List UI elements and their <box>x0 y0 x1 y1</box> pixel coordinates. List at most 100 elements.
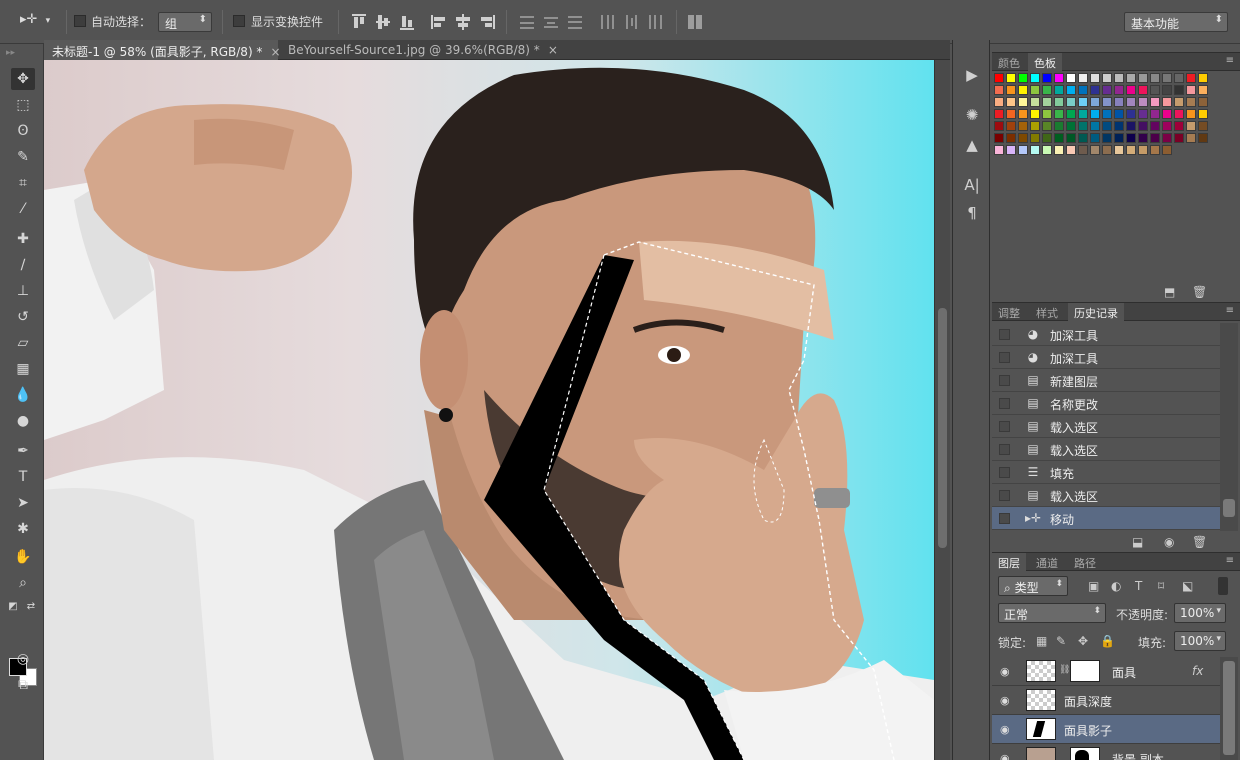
color-swatch[interactable] <box>1006 133 1016 143</box>
color-swatch[interactable] <box>1162 73 1172 83</box>
list-item[interactable]: ◕ 加深工具 <box>992 346 1220 369</box>
layer-row-background-copy[interactable]: ◉ 背景 副本 <box>992 744 1220 760</box>
align-vcenter-icon[interactable] <box>374 13 392 31</box>
color-swatch[interactable] <box>1042 133 1052 143</box>
color-swatch[interactable] <box>1078 133 1088 143</box>
tab-layers[interactable]: 图层 <box>992 553 1026 571</box>
history-snapshot-checkbox[interactable] <box>999 490 1010 501</box>
color-swatch[interactable] <box>1090 109 1100 119</box>
align-top-icon[interactable] <box>350 13 368 31</box>
color-swatch[interactable] <box>1138 145 1148 155</box>
auto-align-icon[interactable] <box>686 13 704 31</box>
list-item[interactable]: ▤ 新建图层 <box>992 369 1220 392</box>
color-swatch[interactable] <box>1102 133 1112 143</box>
link-icon[interactable]: ⛓ <box>1059 665 1070 675</box>
distribute-left-icon[interactable] <box>598 13 616 31</box>
document-canvas[interactable] <box>44 60 934 760</box>
default-colors-icon[interactable]: ◩ <box>6 596 20 618</box>
color-swatch[interactable] <box>1078 97 1088 107</box>
opacity-field[interactable]: 100% ▾ <box>1174 603 1226 623</box>
layer-row-mask[interactable]: ◉ ⛓ 面具 fx <box>992 657 1220 686</box>
panel-menu-icon[interactable]: ≡ <box>1226 305 1234 316</box>
layers-scrollbar[interactable] <box>1220 657 1238 760</box>
pen-tool-icon[interactable]: ✒ <box>11 440 35 462</box>
color-swatch[interactable] <box>1078 85 1088 95</box>
new-document-from-state-icon[interactable]: ⬓ <box>1132 535 1143 549</box>
history-snapshot-checkbox[interactable] <box>999 352 1010 363</box>
eye-icon[interactable]: ◉ <box>1000 694 1010 707</box>
filter-pixel-icon[interactable]: ▣ <box>1088 579 1099 593</box>
color-swatch[interactable] <box>1138 109 1148 119</box>
layer-row-mask-depth[interactable]: ◉ 面具深度 <box>992 686 1220 715</box>
color-swatch[interactable] <box>994 133 1004 143</box>
align-bottom-icon[interactable] <box>398 13 416 31</box>
color-swatch[interactable] <box>1186 133 1196 143</box>
eye-icon[interactable]: ◉ <box>1000 752 1010 760</box>
character-panel-icon[interactable]: A| <box>960 174 984 196</box>
color-swatch[interactable] <box>1198 133 1208 143</box>
swap-colors-icon[interactable]: ⇄ <box>24 596 38 618</box>
histogram-icon[interactable]: ▲ <box>960 134 984 156</box>
color-swatch[interactable] <box>1126 97 1136 107</box>
color-swatch[interactable] <box>1030 109 1040 119</box>
lock-all-icon[interactable]: 🔒 <box>1100 634 1115 648</box>
color-swatch[interactable] <box>1126 85 1136 95</box>
color-swatch[interactable] <box>1138 85 1148 95</box>
color-swatch[interactable] <box>1006 97 1016 107</box>
scrollbar-thumb[interactable] <box>938 308 947 548</box>
scrollbar-thumb[interactable] <box>1223 499 1235 517</box>
color-swatch[interactable] <box>1102 145 1112 155</box>
distribute-top-icon[interactable] <box>518 13 536 31</box>
color-swatch[interactable] <box>1042 73 1052 83</box>
list-item[interactable]: ▤ 载入选区 <box>992 438 1220 461</box>
color-swatch[interactable] <box>1174 97 1184 107</box>
eye-icon[interactable]: ◉ <box>1000 665 1010 678</box>
filter-toggle[interactable] <box>1218 577 1228 595</box>
color-swatch[interactable] <box>1006 145 1016 155</box>
color-swatch[interactable] <box>1174 73 1184 83</box>
marquee-tool-icon[interactable]: ⬚ <box>11 94 35 116</box>
paragraph-panel-icon[interactable]: ¶ <box>960 202 984 224</box>
color-swatch[interactable] <box>1054 73 1064 83</box>
color-swatch[interactable] <box>1102 85 1112 95</box>
color-swatch[interactable] <box>1066 121 1076 131</box>
color-swatch[interactable] <box>1186 109 1196 119</box>
hand-tool-icon[interactable]: ✋ <box>11 546 35 568</box>
brush-settings-icon[interactable]: ✺ <box>960 104 984 126</box>
color-swatch[interactable] <box>1030 73 1040 83</box>
color-swatch[interactable] <box>1102 97 1112 107</box>
history-snapshot-checkbox[interactable] <box>999 513 1010 524</box>
color-swatch[interactable] <box>1174 109 1184 119</box>
list-item[interactable]: ▸✛ 移动 <box>992 507 1220 530</box>
color-swatch[interactable] <box>1126 109 1136 119</box>
tab-color[interactable]: 颜色 <box>992 53 1026 71</box>
history-scrollbar[interactable] <box>1220 323 1238 531</box>
color-swatch[interactable] <box>1162 85 1172 95</box>
color-swatch[interactable] <box>1162 97 1172 107</box>
filter-shape-icon[interactable]: ⌑ <box>1158 579 1164 593</box>
color-swatch[interactable] <box>1102 73 1112 83</box>
color-swatch[interactable] <box>1066 73 1076 83</box>
healing-brush-tool-icon[interactable]: ✚ <box>11 228 35 250</box>
history-snapshot-checkbox[interactable] <box>999 398 1010 409</box>
color-swatch[interactable] <box>1030 121 1040 131</box>
tab-document-1[interactable]: 未标题-1 @ 58% (面具影子, RGB/8) * × <box>44 40 281 60</box>
color-swatch[interactable] <box>1066 109 1076 119</box>
history-snapshot-checkbox[interactable] <box>999 329 1010 340</box>
color-swatch[interactable] <box>1114 73 1124 83</box>
scrollbar-thumb[interactable] <box>1223 661 1235 755</box>
color-swatch[interactable] <box>1018 133 1028 143</box>
filter-smart-object-icon[interactable]: ⬕ <box>1182 579 1193 593</box>
fill-field[interactable]: 100% ▾ <box>1174 631 1226 651</box>
color-swatch[interactable] <box>1078 145 1088 155</box>
color-swatch[interactable] <box>1102 121 1112 131</box>
color-swatch[interactable] <box>1066 97 1076 107</box>
history-snapshot-checkbox[interactable] <box>999 375 1010 386</box>
color-swatch[interactable] <box>1006 73 1016 83</box>
layer-mask-thumbnail[interactable] <box>1070 660 1100 682</box>
color-swatch[interactable] <box>1186 73 1196 83</box>
shape-tool-icon[interactable]: ✱ <box>11 518 35 540</box>
color-swatch[interactable] <box>1186 97 1196 107</box>
stamp-tool-icon[interactable]: ⊥ <box>11 280 35 302</box>
show-transform-checkbox[interactable] <box>233 15 245 27</box>
